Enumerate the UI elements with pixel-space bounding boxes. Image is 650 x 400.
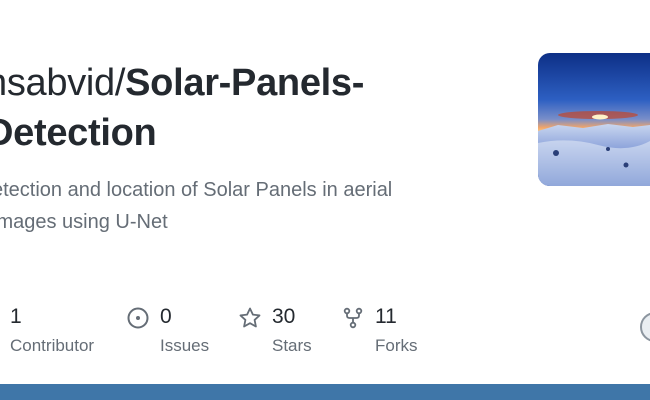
stat-label: Forks [375,336,418,355]
stat-value: 30 [272,305,296,328]
stat-value: 11 [375,305,397,328]
stat-value: 0 [160,305,172,328]
repo-title[interactable]: nsabvid/Solar-Panels-Detection [0,58,456,158]
stat-label: Issues [160,336,210,355]
avatar[interactable] [640,312,650,342]
issue-opened-icon [127,307,149,329]
repo-forked-icon [343,307,363,329]
bottom-accent-bar [0,384,650,400]
star-icon [239,307,261,328]
repo-social-image [538,53,650,186]
repo-description: etection and location of Solar Panels in… [0,179,393,233]
stat-label: Stars [272,336,312,355]
stat-label: Contributor [10,336,95,355]
repo-owner[interactable]: nsabvid/ [0,62,125,104]
sunset-landscape-image [538,53,650,186]
stat-value: 1 [10,305,22,328]
